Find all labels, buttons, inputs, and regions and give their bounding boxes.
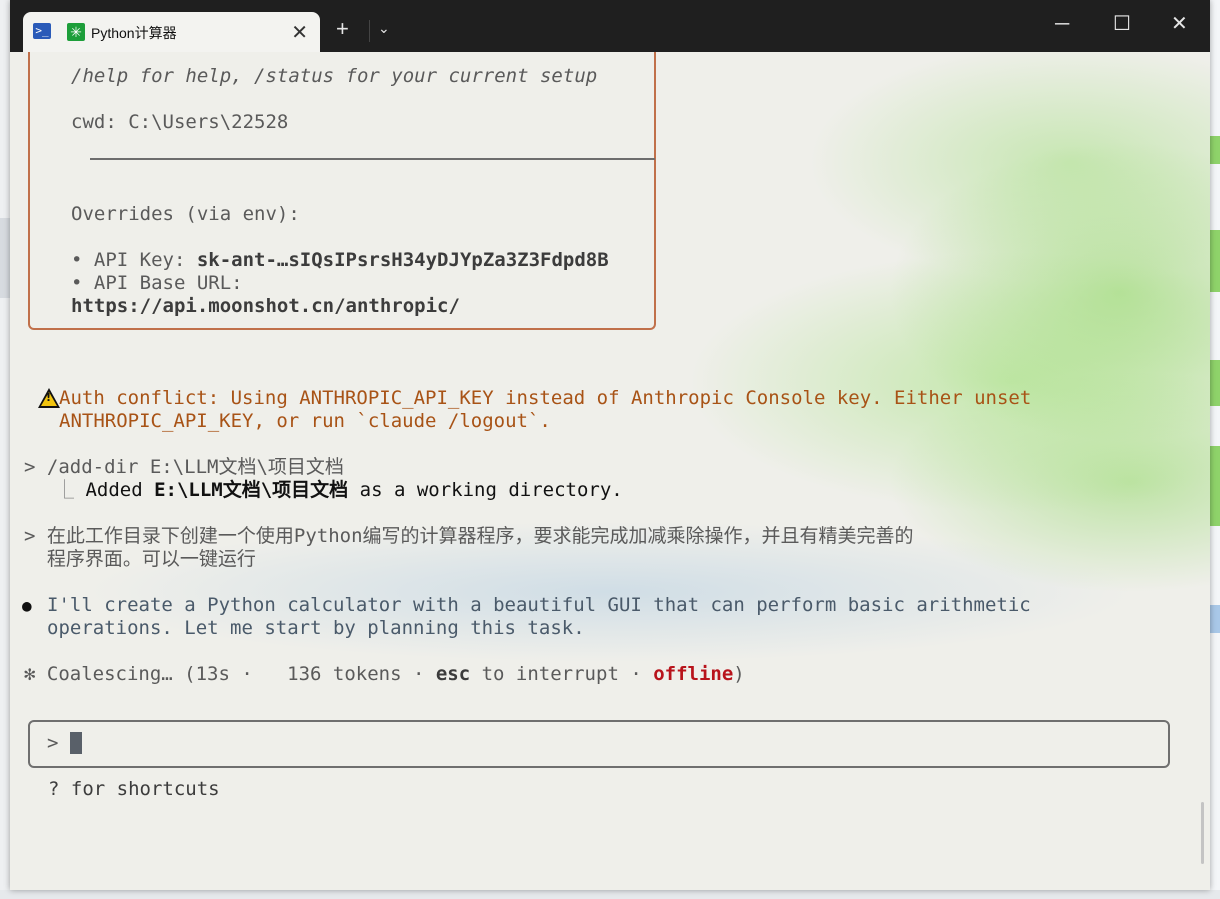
api-key-value: sk-ant-…sIQsIPsrsH34yDJYpZa3Z3Fdpd8B xyxy=(196,249,609,271)
overrides-title: Overrides (via env): xyxy=(71,203,300,225)
prompt-symbol: > xyxy=(47,732,59,754)
response-line-1: I'll create a Python calculator with a b… xyxy=(47,594,1031,616)
added-path: E:\LLM文档\项目文档 xyxy=(154,479,349,501)
chevron-down-icon[interactable]: ⌄ xyxy=(378,20,390,37)
status-text: Coalescing… (13s · 136 tokens · xyxy=(46,663,436,685)
spinner-icon: ✻ xyxy=(24,663,36,685)
background-window-bottom xyxy=(0,890,1220,899)
esc-key: esc xyxy=(435,663,471,685)
response-line-2: operations. Let me start by planning thi… xyxy=(47,617,585,639)
shortcuts-hint: ? for shortcuts xyxy=(48,778,220,800)
warning-line-2: ANTHROPIC_API_KEY, or run `claude /logou… xyxy=(59,410,551,432)
tab-title: Python计算器 xyxy=(91,25,177,41)
added-prefix: Added xyxy=(85,479,155,501)
api-key-label: • API Key: xyxy=(71,249,197,271)
status-line: ✻ Coalescing… (13s · 136 tokens · esc to… xyxy=(24,663,745,686)
title-bar: >_ ✳ Python计算器 ✕ + ⌄ ─ ☐ ✕ xyxy=(10,0,1210,52)
tab-close-icon[interactable]: ✕ xyxy=(291,20,308,45)
branch-icon: ⎿ xyxy=(55,479,75,501)
request-line-1: > 在此工作目录下创建一个使用Python编写的计算器程序，要求能完成加减乘除操… xyxy=(24,525,914,547)
interrupt-text: to interrupt · xyxy=(470,663,654,685)
tab-python-calculator[interactable]: >_ ✳ Python计算器 ✕ xyxy=(23,12,320,52)
status-close-paren: ) xyxy=(733,663,745,685)
offline-badge: offline xyxy=(653,663,734,685)
cwd-line: cwd: C:\Users\22528 xyxy=(71,111,289,133)
added-suffix: as a working directory. xyxy=(348,479,623,501)
warning-line-1: Auth conflict: Using ANTHROPIC_API_KEY i… xyxy=(59,387,1032,409)
divider xyxy=(90,158,655,160)
minimize-button[interactable]: ─ xyxy=(1055,14,1069,34)
request-line-2: 程序界面。可以一键运行 xyxy=(24,548,256,570)
prompt-input[interactable]: > xyxy=(28,720,1170,768)
text-cursor xyxy=(70,732,82,754)
base-url-label: • API Base URL: xyxy=(71,272,243,294)
scrollbar[interactable] xyxy=(1201,802,1204,864)
powershell-icon: >_ xyxy=(33,23,51,39)
new-tab-button[interactable]: + xyxy=(336,18,349,40)
maximize-button[interactable]: ☐ xyxy=(1113,14,1131,34)
api-key-line: • API Key: sk-ant-…sIQsIPsrsH34yDJYpZa3Z… xyxy=(71,249,609,272)
terminal-window: >_ ✳ Python计算器 ✕ + ⌄ ─ ☐ ✕ /help for hel… xyxy=(10,0,1210,890)
add-dir-result: ⎿ Added E:\LLM文档\项目文档 as a working direc… xyxy=(55,479,623,502)
add-dir-command: > /add-dir E:\LLM文档\项目文档 xyxy=(24,456,344,478)
help-line: /help for help, /status for your current… xyxy=(71,65,598,87)
close-button[interactable]: ✕ xyxy=(1171,14,1188,34)
base-url-value: https://api.moonshot.cn/anthropic/ xyxy=(71,295,460,317)
response-bullet: ● xyxy=(22,596,32,615)
terminal-content[interactable]: /help for help, /status for your current… xyxy=(10,52,1210,890)
tab-divider xyxy=(369,20,370,42)
claude-icon: ✳ xyxy=(67,23,85,41)
